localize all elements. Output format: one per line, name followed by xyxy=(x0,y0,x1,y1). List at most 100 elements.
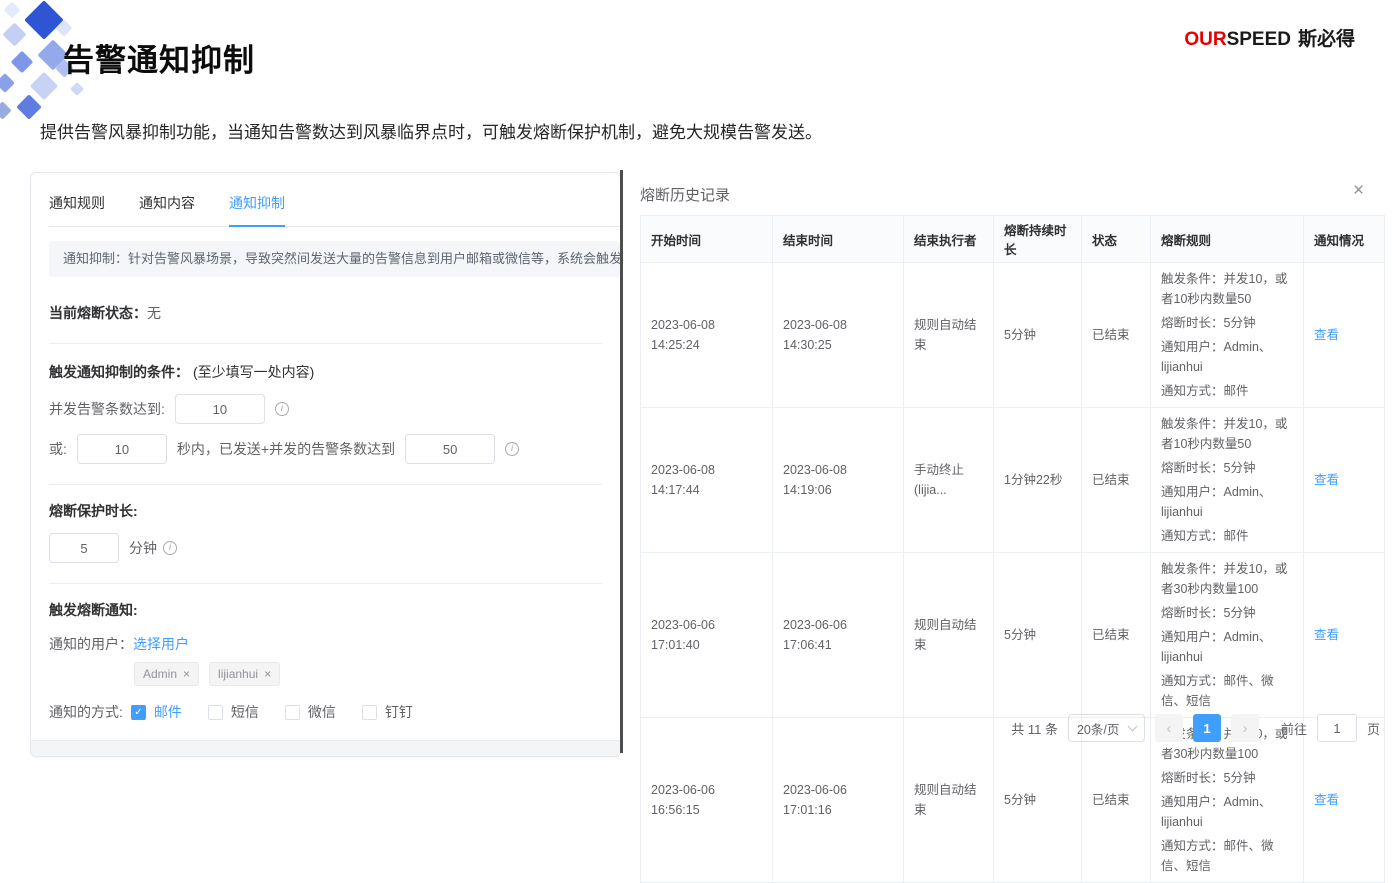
checkbox-dingtalk-label: 钉钉 xyxy=(385,702,413,722)
checkbox-icon xyxy=(285,705,300,720)
brand-logo-cn: 斯必得 xyxy=(1298,29,1355,50)
table-row: 2023-06-08 14:25:24 2023-06-08 14:30:25 … xyxy=(641,263,1385,408)
cell-end-time: 2023-06-06 17:06:41 xyxy=(773,553,904,718)
rule-line: 触发条件：并发10，或者10秒内数量50 xyxy=(1161,412,1293,456)
pagination: 共 11 条 20条/页 ‹ 1 › 前往 页 xyxy=(640,714,1380,742)
cell-start-time: 2023-06-06 17:01:40 xyxy=(641,553,773,718)
cell-executor: 手动终止(lijia... xyxy=(904,408,994,553)
or-label: 或: xyxy=(49,439,67,459)
user-tag-label: lijianhui xyxy=(218,663,258,685)
cell-rule: 触发条件：并发10，或者10秒内数量50 熔断时长：5分钟 通知用户：Admin… xyxy=(1151,408,1304,553)
checkbox-wechat-label: 微信 xyxy=(308,702,336,722)
current-page-button[interactable]: 1 xyxy=(1193,714,1221,742)
rule-line: 触发条件：并发10，或者30秒内数量100 xyxy=(1161,557,1293,601)
condition-label: 触发通知抑制的条件： xyxy=(49,362,189,382)
brand-logo-black: SPEED xyxy=(1227,29,1291,50)
cell-status: 已结束 xyxy=(1082,408,1151,553)
checkbox-wechat[interactable]: 微信 xyxy=(285,702,337,722)
col-executor: 结束执行者 xyxy=(904,216,994,263)
rule-line: 通知方式：邮件 xyxy=(1161,379,1293,403)
divider xyxy=(49,343,602,344)
divider xyxy=(49,484,602,485)
brand-logo-red: OUR xyxy=(1184,29,1226,50)
check-icon: ✓ xyxy=(134,707,142,718)
suppression-settings-panel: 通知规则 通知内容 通知抑制 通知抑制：针对告警风暴场景，导致突然间发送大量的告… xyxy=(30,172,621,757)
next-page-button[interactable]: › xyxy=(1231,714,1259,742)
checkbox-icon xyxy=(362,705,377,720)
view-link[interactable]: 查看 xyxy=(1314,473,1339,487)
rule-line: 通知用户：Admin、lijianhui xyxy=(1161,790,1293,834)
tab-bar: 通知规则 通知内容 通知抑制 xyxy=(49,173,620,227)
rule-line: 通知用户：Admin、lijianhui xyxy=(1161,625,1293,669)
view-link[interactable]: 查看 xyxy=(1314,328,1339,342)
user-tag: Admin × xyxy=(134,662,199,686)
goto-suffix-label: 页 xyxy=(1367,719,1380,738)
cell-executor: 规则自动结束 xyxy=(904,263,994,408)
table-row: 2023-06-06 17:01:40 2023-06-06 17:06:41 … xyxy=(641,553,1385,718)
total-count-label: 共 11 条 xyxy=(1011,719,1058,738)
close-icon[interactable]: × xyxy=(1353,181,1364,200)
table-row: 2023-06-06 16:56:15 2023-06-06 17:01:16 … xyxy=(641,718,1385,883)
concurrent-count-label: 并发告警条数达到: xyxy=(49,399,165,419)
checkbox-sms[interactable]: 短信 xyxy=(208,702,260,722)
history-dialog-title: 熔断历史记录 xyxy=(640,184,730,205)
rule-line: 熔断时长：5分钟 xyxy=(1161,311,1293,335)
view-link[interactable]: 查看 xyxy=(1314,628,1339,642)
notify-user-label: 通知的用户： xyxy=(49,634,133,654)
history-table: 开始时间 结束时间 结束执行者 熔断持续时长 状态 熔断规则 通知情况 2023… xyxy=(640,215,1385,883)
current-status-value: 无 xyxy=(147,303,161,323)
seconds-input[interactable] xyxy=(77,434,167,464)
cell-start-time: 2023-06-08 14:25:24 xyxy=(641,263,773,408)
concurrent-count-input[interactable] xyxy=(175,394,265,424)
col-status: 状态 xyxy=(1082,216,1151,263)
col-start-time: 开始时间 xyxy=(641,216,773,263)
page-description: 提供告警风暴抑制功能，当通知告警数达到风暴临界点时，可触发熔断保护机制，避免大规… xyxy=(40,118,822,143)
protect-duration-input[interactable] xyxy=(49,533,119,563)
view-link[interactable]: 查看 xyxy=(1314,793,1339,807)
cell-end-time: 2023-06-08 14:19:06 xyxy=(773,408,904,553)
cell-executor: 规则自动结束 xyxy=(904,553,994,718)
tag-close-icon[interactable]: × xyxy=(183,663,190,685)
protect-duration-label: 熔断保护时长: xyxy=(49,501,138,521)
panel-divider xyxy=(620,170,623,753)
prev-page-button[interactable]: ‹ xyxy=(1155,714,1183,742)
tab-notify-content[interactable]: 通知内容 xyxy=(139,193,195,226)
rule-line: 熔断时长：5分钟 xyxy=(1161,601,1293,625)
tab-notify-suppression[interactable]: 通知抑制 xyxy=(229,193,285,227)
tag-close-icon[interactable]: × xyxy=(264,663,271,685)
card-footer-strip xyxy=(31,740,620,756)
cell-status: 已结束 xyxy=(1082,718,1151,883)
info-icon: i xyxy=(163,541,177,555)
seconds-suffix-label: 秒内，已发送+并发的告警条数达到 xyxy=(177,439,395,459)
goto-page-input[interactable] xyxy=(1317,714,1357,742)
info-icon: i xyxy=(505,442,519,456)
user-tag: lijianhui × xyxy=(209,662,280,686)
rule-line: 熔断时长：5分钟 xyxy=(1161,456,1293,480)
condition-hint: (至少填写一处内容) xyxy=(193,362,314,382)
page-title: 告警通知抑制 xyxy=(63,35,255,80)
cell-duration: 5分钟 xyxy=(994,553,1082,718)
tab-notify-rules[interactable]: 通知规则 xyxy=(49,193,105,226)
checkbox-email[interactable]: ✓ 邮件 xyxy=(131,702,183,722)
cell-duration: 5分钟 xyxy=(994,718,1082,883)
checkbox-dingtalk[interactable]: 钉钉 xyxy=(362,702,414,722)
selected-user-tags: Admin × lijianhui × xyxy=(134,662,620,686)
col-end-time: 结束时间 xyxy=(773,216,904,263)
cell-duration: 1分钟22秒 xyxy=(994,408,1082,553)
trigger-notify-label: 触发熔断通知: xyxy=(49,600,138,620)
table-row: 2023-06-08 14:17:44 2023-06-08 14:19:06 … xyxy=(641,408,1385,553)
select-user-link[interactable]: 选择用户 xyxy=(133,634,189,654)
rule-line: 通知方式：邮件、微信、短信 xyxy=(1161,834,1293,878)
suppression-info-alert: 通知抑制：针对告警风暴场景，导致突然间发送大量的告警信息到用户邮箱或微信等，系统… xyxy=(49,241,620,277)
chevron-down-icon xyxy=(1128,721,1138,731)
rule-line: 熔断时长：5分钟 xyxy=(1161,766,1293,790)
cell-rule: 触发条件：并发10，或者30秒内数量100 熔断时长：5分钟 通知用户：Admi… xyxy=(1151,718,1304,883)
cell-start-time: 2023-06-08 14:17:44 xyxy=(641,408,773,553)
goto-label: 前往 xyxy=(1281,719,1307,738)
total-count-input[interactable] xyxy=(405,434,495,464)
col-rule: 熔断规则 xyxy=(1151,216,1304,263)
rule-line: 触发条件：并发10，或者10秒内数量50 xyxy=(1161,267,1293,311)
page-size-select[interactable]: 20条/页 xyxy=(1068,714,1145,742)
col-notify: 通知情况 xyxy=(1304,216,1385,263)
page-size-value: 20条/页 xyxy=(1077,719,1119,738)
